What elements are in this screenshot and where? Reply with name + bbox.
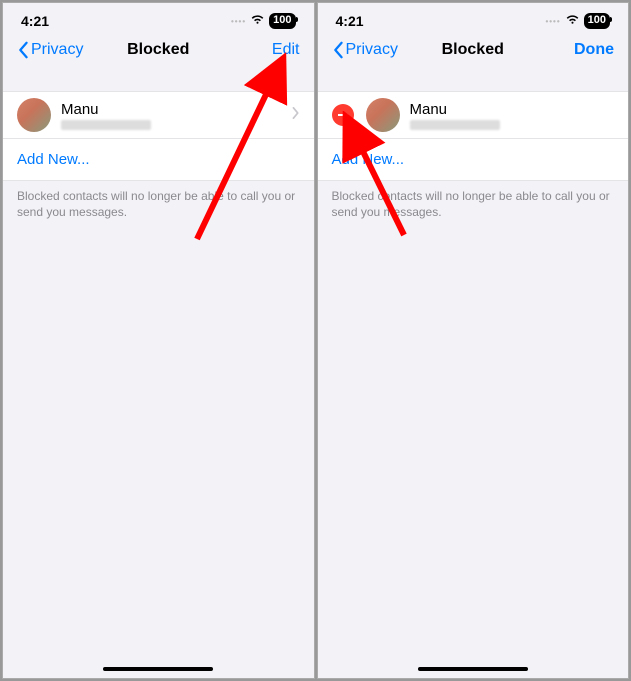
status-time: 4:21 xyxy=(21,13,49,29)
contact-phone-blurred xyxy=(61,120,151,130)
screen-right: 4:21 •••• 100 Privacy Blocked Done Manu xyxy=(317,2,630,679)
wifi-icon xyxy=(565,13,580,29)
footer-text: Blocked contacts will no longer be able … xyxy=(3,181,314,228)
avatar xyxy=(17,98,51,132)
battery-icon: 100 xyxy=(584,13,610,28)
done-button[interactable]: Done xyxy=(574,41,614,59)
blocked-section: Manu Add New... Blocked contacts will no… xyxy=(318,91,629,228)
nav-bar: Privacy Blocked Edit xyxy=(3,33,314,67)
footer-text: Blocked contacts will no longer be able … xyxy=(318,181,629,228)
page-title: Blocked xyxy=(442,41,504,59)
contact-name: Manu xyxy=(410,101,615,118)
contact-row[interactable]: Manu xyxy=(3,91,314,139)
edit-button[interactable]: Edit xyxy=(272,41,300,59)
back-button[interactable]: Privacy xyxy=(332,41,398,59)
signal-dots: •••• xyxy=(231,17,246,26)
contact-name: Manu xyxy=(61,101,292,118)
home-indicator[interactable] xyxy=(418,667,528,671)
page-title: Blocked xyxy=(127,41,189,59)
contact-info: Manu xyxy=(410,101,615,130)
status-right: •••• 100 xyxy=(545,13,610,29)
contact-phone-blurred xyxy=(410,120,500,130)
wifi-icon xyxy=(250,13,265,29)
back-label: Privacy xyxy=(31,41,83,59)
battery-icon: 100 xyxy=(269,13,295,28)
home-indicator[interactable] xyxy=(103,667,213,671)
delete-contact-button[interactable] xyxy=(332,104,354,126)
contact-row-edit: Manu xyxy=(318,91,629,139)
status-right: •••• 100 xyxy=(231,13,296,29)
status-time: 4:21 xyxy=(336,13,364,29)
add-new-button[interactable]: Add New... xyxy=(3,139,314,181)
avatar xyxy=(366,98,400,132)
chevron-right-icon xyxy=(292,106,300,124)
screen-left: 4:21 •••• 100 Privacy Blocked Edit Manu xyxy=(2,2,315,679)
status-bar: 4:21 •••• 100 xyxy=(3,3,314,33)
contact-info: Manu xyxy=(61,101,292,130)
add-new-button[interactable]: Add New... xyxy=(318,139,629,181)
status-bar: 4:21 •••• 100 xyxy=(318,3,629,33)
back-label: Privacy xyxy=(346,41,398,59)
back-button[interactable]: Privacy xyxy=(17,41,83,59)
nav-bar: Privacy Blocked Done xyxy=(318,33,629,67)
blocked-section: Manu Add New... Blocked contacts will no… xyxy=(3,91,314,228)
minus-icon xyxy=(338,114,348,116)
signal-dots: •••• xyxy=(545,17,560,26)
